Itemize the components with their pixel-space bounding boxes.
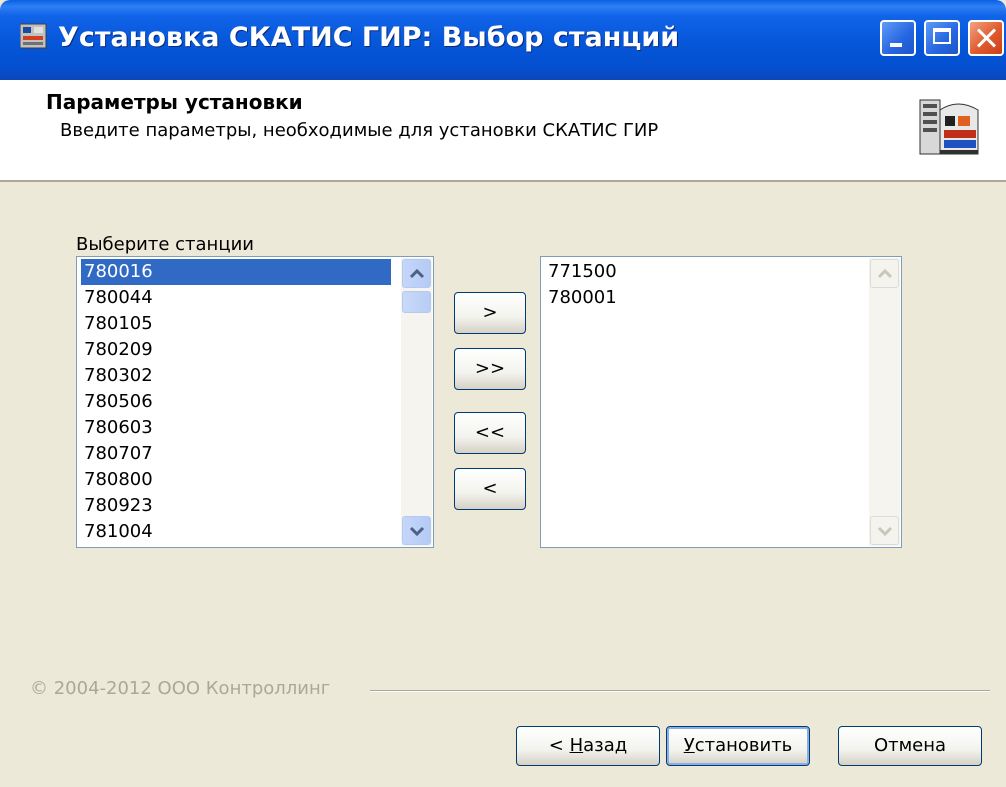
window-title: Установка СКАТИС ГИР: Выбор станций (58, 22, 680, 53)
page-title: Параметры установки (46, 90, 303, 114)
list-item[interactable]: 780506 (81, 389, 153, 415)
station-building-icon (919, 99, 979, 155)
header-band: Параметры установки Введите параметры, н… (0, 80, 1006, 182)
list-item[interactable]: 780603 (81, 415, 153, 441)
minimize-button[interactable] (880, 20, 916, 56)
remove-station-button[interactable]: < (454, 468, 526, 510)
maximize-button[interactable] (924, 20, 960, 56)
install-label: становить (694, 735, 793, 756)
install-hotkey: У (683, 735, 695, 756)
chevron-up-icon (409, 268, 425, 279)
vertical-scrollbar[interactable] (869, 258, 900, 546)
scroll-up-button[interactable] (402, 259, 431, 288)
page-subtitle: Введите параметры, необходимые для устан… (60, 120, 659, 141)
list-item[interactable]: 780800 (81, 467, 153, 493)
list-item[interactable]: 780209 (81, 337, 153, 363)
scroll-thumb[interactable] (402, 291, 431, 313)
vertical-scrollbar[interactable] (401, 258, 432, 546)
copyright-text: © 2004-2012 ООО Контроллинг (30, 678, 331, 699)
remove-all-stations-button[interactable]: << (454, 412, 526, 454)
scroll-down-button[interactable] (870, 516, 899, 545)
chevron-down-icon (877, 526, 893, 537)
scroll-down-button[interactable] (402, 516, 431, 545)
available-stations-list[interactable]: 780016 780044 780105 780209 780302 78050… (76, 256, 434, 548)
list-item[interactable]: 771500 (545, 259, 617, 285)
back-hotkey: Н (569, 735, 584, 756)
chevron-up-icon (877, 268, 893, 279)
list-item[interactable]: 780016 (81, 259, 391, 285)
list-item[interactable]: 780302 (81, 363, 153, 389)
footer-divider (370, 690, 990, 692)
list-item[interactable]: 780105 (81, 311, 153, 337)
back-label: азад (583, 735, 628, 756)
back-prefix: < (548, 735, 570, 756)
title-bar[interactable]: Установка СКАТИС ГИР: Выбор станций (0, 0, 1006, 80)
list-item[interactable]: 780044 (81, 285, 153, 311)
scroll-up-button[interactable] (870, 259, 899, 288)
installer-window: Установка СКАТИС ГИР: Выбор станций Пара… (0, 0, 1006, 787)
list-item[interactable]: 780923 (81, 493, 153, 519)
add-all-stations-button[interactable]: >> (454, 348, 526, 390)
list-item[interactable]: 780001 (545, 285, 617, 311)
list-item[interactable]: 780707 (81, 441, 153, 467)
chevron-down-icon (409, 526, 425, 537)
close-button[interactable] (968, 20, 1004, 56)
stations-label: Выберите станции (76, 234, 254, 255)
install-button[interactable]: Установить (666, 726, 810, 766)
app-icon (20, 23, 47, 49)
list-item[interactable]: 781004 (81, 519, 153, 545)
add-station-button[interactable]: > (454, 292, 526, 334)
cancel-button[interactable]: Отмена (838, 726, 982, 766)
chosen-stations-list[interactable]: 771500 780001 (540, 256, 902, 548)
back-button[interactable]: < Назад (516, 726, 660, 766)
